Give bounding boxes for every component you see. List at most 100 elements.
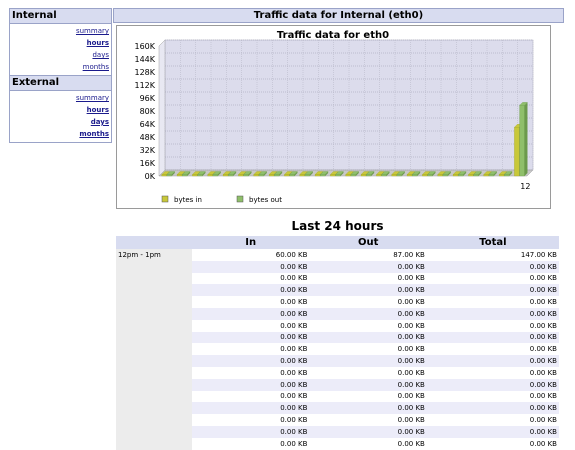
- bar-bytes-in: [498, 174, 505, 177]
- nav-external-links: summary hours days months: [10, 91, 111, 142]
- nav-internal-summary-link[interactable]: summary: [12, 25, 109, 37]
- bar-bytes-in: [238, 174, 244, 177]
- hour-cell: [116, 307, 192, 320]
- legend-label-bytes-out: bytes out: [249, 196, 282, 204]
- hour-cell: [116, 414, 192, 426]
- total-cell: 0.00 KB: [426, 343, 559, 356]
- table-row: 0.00 KB 0.00 KB 0.00 KB: [116, 319, 559, 332]
- table-row: 0.00 KB 0.00 KB 0.00 KB: [116, 437, 559, 450]
- bar-bytes-out: [197, 174, 203, 177]
- bar-bytes-out: [228, 174, 234, 177]
- out-cell: 0.00 KB: [309, 307, 427, 320]
- traffic-chart: Traffic data for eth0 0K 16K 32K 48K 64K 80K 96…: [134, 30, 534, 204]
- table-row: 0.00 KB 0.00 KB 0.00 KB: [116, 284, 559, 297]
- bar-bytes-in: [468, 174, 474, 177]
- traffic-chart-panel: Traffic data for eth0 0K 16K 32K 48K 64K 80K 96…: [116, 25, 551, 209]
- total-cell: 0.00 KB: [426, 331, 559, 344]
- in-cell: 0.00 KB: [192, 402, 310, 415]
- bar-bytes-out: [427, 174, 433, 177]
- chart-y-tick-label: 128K: [134, 68, 155, 77]
- bar-bytes-out: [381, 174, 387, 177]
- out-cell: 0.00 KB: [309, 319, 427, 332]
- hour-cell: [116, 437, 192, 450]
- total-cell: 0.00 KB: [426, 355, 559, 367]
- bar-bytes-in: [406, 174, 413, 177]
- in-cell: 0.00 KB: [192, 390, 310, 403]
- bar-bytes-out: [350, 174, 356, 177]
- chart-y-tick-label: 80K: [140, 107, 156, 116]
- page-title: Traffic data for Internal (eth0): [113, 8, 564, 23]
- bar-bytes-in: [514, 127, 520, 177]
- nav-heading-internal: Internal: [10, 9, 111, 24]
- nav-internal-days-link[interactable]: days: [12, 49, 109, 61]
- hour-cell: [116, 284, 192, 297]
- bar-bytes-out: [320, 174, 326, 177]
- bar-bytes-in: [391, 174, 397, 177]
- bar-bytes-out: [335, 174, 341, 177]
- table-row: 0.00 KB 0.00 KB 0.00 KB: [116, 307, 559, 320]
- bar-bytes-out: [166, 174, 172, 177]
- chart-y-tick-label: 64K: [140, 120, 156, 129]
- out-cell: 0.00 KB: [309, 260, 427, 273]
- in-cell: 0.00 KB: [192, 296, 310, 308]
- hour-cell: [116, 331, 192, 344]
- bar-bytes-in: [483, 174, 489, 177]
- chart-y-tick-label: 0K: [145, 172, 156, 181]
- col-header-hour: [116, 236, 192, 249]
- nav-external-months-link[interactable]: months: [12, 128, 109, 140]
- traffic-table: In Out Total 12pm - 1pm 60.00 KB 87.00 KB 1…: [116, 236, 559, 450]
- total-cell: 0.00 KB: [426, 378, 559, 391]
- out-cell: 0.00 KB: [309, 343, 427, 356]
- hour-cell: 12pm - 1pm: [116, 249, 192, 261]
- bar-bytes-in: [376, 174, 382, 177]
- in-cell: 0.00 KB: [192, 343, 310, 356]
- total-cell: 0.00 KB: [426, 390, 559, 403]
- bar-bytes-out: [289, 174, 295, 177]
- bar-bytes-out: [212, 174, 218, 177]
- chart-y-tick-label: 160K: [134, 42, 155, 51]
- table-title: Last 24 hours: [291, 219, 384, 233]
- in-cell: 0.00 KB: [192, 425, 310, 438]
- out-cell: 0.00 KB: [309, 425, 427, 438]
- total-cell: 0.00 KB: [426, 319, 559, 332]
- total-cell: 0.00 KB: [426, 260, 559, 273]
- bar-bytes-in: [437, 174, 443, 177]
- nav-external-hours-link[interactable]: hours: [12, 104, 109, 116]
- nav-external-summary-link[interactable]: summary: [12, 92, 109, 104]
- bar-bytes-out: [504, 174, 510, 177]
- col-header-total: Total: [426, 236, 559, 249]
- legend-swatch-bytes-in: [161, 195, 169, 203]
- bar-bytes-in: [452, 174, 459, 177]
- out-cell: 0.00 KB: [309, 366, 427, 379]
- bar-bytes-out: [258, 174, 264, 177]
- bar-bytes-out: [488, 174, 494, 177]
- nav-internal-hours-link[interactable]: hours: [12, 37, 109, 49]
- hour-cell: [116, 296, 192, 308]
- out-cell: 0.00 KB: [309, 437, 427, 450]
- out-cell: 0.00 KB: [309, 296, 427, 308]
- total-cell: 0.00 KB: [426, 425, 559, 438]
- bar-bytes-in: [268, 174, 275, 177]
- in-cell: 0.00 KB: [192, 378, 310, 391]
- nav-internal-months-link[interactable]: months: [12, 61, 109, 73]
- out-cell: 0.00 KB: [309, 272, 427, 285]
- bar-bytes-out: [182, 174, 188, 177]
- chart-y-tick-label: 96K: [140, 94, 156, 103]
- total-cell: 0.00 KB: [426, 284, 559, 297]
- out-cell: 87.00 KB: [309, 249, 427, 261]
- out-cell: 0.00 KB: [309, 331, 427, 344]
- side-nav: Internal summary hours days months Exter…: [9, 8, 112, 143]
- table-row: 0.00 KB 0.00 KB 0.00 KB: [116, 331, 559, 344]
- bar-bytes-out: [412, 174, 418, 177]
- nav-external-days-link[interactable]: days: [12, 116, 109, 128]
- out-cell: 0.00 KB: [309, 378, 427, 391]
- bar-bytes-out: [442, 174, 448, 177]
- table-row: 0.00 KB 0.00 KB 0.00 KB: [116, 425, 559, 438]
- table-row: 0.00 KB 0.00 KB 0.00 KB: [116, 414, 559, 426]
- hour-cell: [116, 402, 192, 415]
- table-header-row: In Out Total: [116, 236, 559, 249]
- total-cell: 0.00 KB: [426, 272, 559, 285]
- hour-cell: [116, 366, 192, 379]
- hour-cell: [116, 319, 192, 332]
- out-cell: 0.00 KB: [309, 402, 427, 415]
